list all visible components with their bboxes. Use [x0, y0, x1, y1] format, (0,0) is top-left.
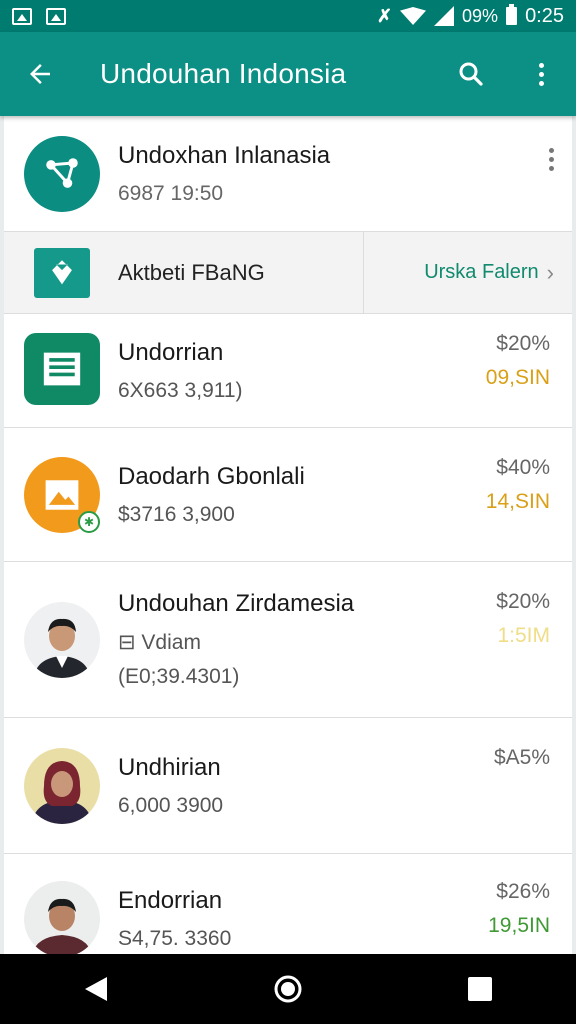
- row-title: Endorrian: [118, 886, 223, 914]
- more-vert-icon: [538, 62, 544, 86]
- list-item[interactable]: Endorrian S4,75. 3360 $26% 19,5IN: [4, 854, 572, 954]
- person-avatar: [24, 601, 100, 678]
- search-button[interactable]: [436, 32, 506, 116]
- row-title: Daodarh Gbonlali: [118, 462, 305, 490]
- row-avatar: ✱: [24, 456, 100, 533]
- header-title: Undoxhan Inlanasia: [118, 141, 331, 169]
- clock: 0:25: [525, 4, 564, 27]
- row-subtitle: $3716 3,900: [118, 502, 235, 526]
- row-percent: $40%: [496, 456, 550, 479]
- more-options-button[interactable]: [506, 32, 576, 116]
- row-title: Undouhan Zirdamesia: [118, 590, 355, 617]
- row-title: Undhirian: [118, 753, 221, 781]
- header-item[interactable]: Undoxhan Inlanasia 6987 19:50: [4, 116, 572, 232]
- row-avatar: [24, 601, 100, 678]
- document-icon: [24, 332, 100, 405]
- list-item[interactable]: Undhirian 6,000 3900 $A5%: [4, 718, 572, 854]
- promo-link-button[interactable]: Urska Falern ›: [364, 232, 572, 313]
- nav-recents-button[interactable]: [440, 954, 520, 1024]
- person-avatar: [24, 747, 100, 824]
- row-avatar: [24, 880, 100, 954]
- status-bar: ✗ 09% 0:25: [0, 0, 576, 32]
- nav-back-icon: [85, 977, 107, 1001]
- badge-icon: ✱: [78, 510, 100, 533]
- row-amount: 14,SIN: [485, 490, 550, 513]
- search-icon: [459, 62, 483, 86]
- promo-label: Aktbeti FBaNG: [118, 259, 265, 285]
- row-amount: 1:5IM: [497, 624, 550, 647]
- row-amount: 09,SIN: [485, 366, 550, 389]
- promo-left[interactable]: Aktbeti FBaNG: [4, 232, 364, 313]
- gallery-notification-icon: [46, 7, 66, 25]
- row-subtitle: S4,75. 3360: [118, 926, 232, 950]
- header-subtitle: 6987 19:50: [118, 181, 224, 205]
- row-avatar: [24, 332, 100, 409]
- arrow-back-icon: [30, 64, 50, 84]
- row-subtitle: 6,000 3900: [118, 793, 224, 817]
- image-notification-icon: [12, 7, 32, 25]
- shield-icon: [34, 247, 90, 298]
- list-item[interactable]: ✱ Daodarh Gbonlali $3716 3,900 $40% 14,S…: [4, 428, 572, 562]
- row-amount: 19,5IN: [488, 914, 550, 937]
- row-avatar: [24, 747, 100, 824]
- row-subtitle: ⊟ Vdiam: [118, 631, 201, 654]
- content-list: Undoxhan Inlanasia 6987 19:50 Aktbeti FB…: [4, 116, 572, 954]
- signal-icon: [434, 6, 455, 26]
- row-percent: $A5%: [493, 746, 550, 769]
- row-title: Undorrian: [118, 338, 224, 366]
- row-subtitle-2: (E0;39.4301): [118, 665, 240, 688]
- share-icon: [24, 135, 100, 212]
- nav-home-icon: [274, 975, 302, 1003]
- row-percent: $20%: [496, 332, 550, 355]
- nfc-off-icon: ✗: [376, 5, 393, 26]
- promo-link: Urska Falern: [424, 261, 539, 283]
- list-item[interactable]: Undouhan Zirdamesia ⊟ Vdiam (E0;39.4301)…: [4, 562, 572, 718]
- row-percent: $20%: [496, 590, 550, 613]
- page-title: Undouhan Indonsia: [100, 58, 347, 89]
- header-more-icon[interactable]: [549, 148, 554, 171]
- navigation-bar: [0, 954, 576, 1024]
- nav-back-button[interactable]: [56, 954, 136, 1024]
- nav-recents-icon: [468, 977, 492, 1001]
- list-item[interactable]: Undorrian 6X663 3,911) $20% 09,SIN: [4, 314, 572, 428]
- wifi-icon: [400, 7, 427, 25]
- nav-home-button[interactable]: [248, 954, 328, 1024]
- chevron-right-icon: ›: [546, 259, 554, 285]
- row-percent: $26%: [496, 880, 550, 903]
- battery-icon: [506, 4, 518, 25]
- battery-percent: 09%: [462, 5, 499, 26]
- person-avatar: [24, 880, 100, 954]
- back-button[interactable]: [0, 32, 80, 116]
- app-bar: Undouhan Indonsia: [0, 32, 576, 116]
- promo-banner: Aktbeti FBaNG Urska Falern ›: [4, 232, 572, 314]
- row-subtitle: 6X663 3,911): [118, 378, 243, 402]
